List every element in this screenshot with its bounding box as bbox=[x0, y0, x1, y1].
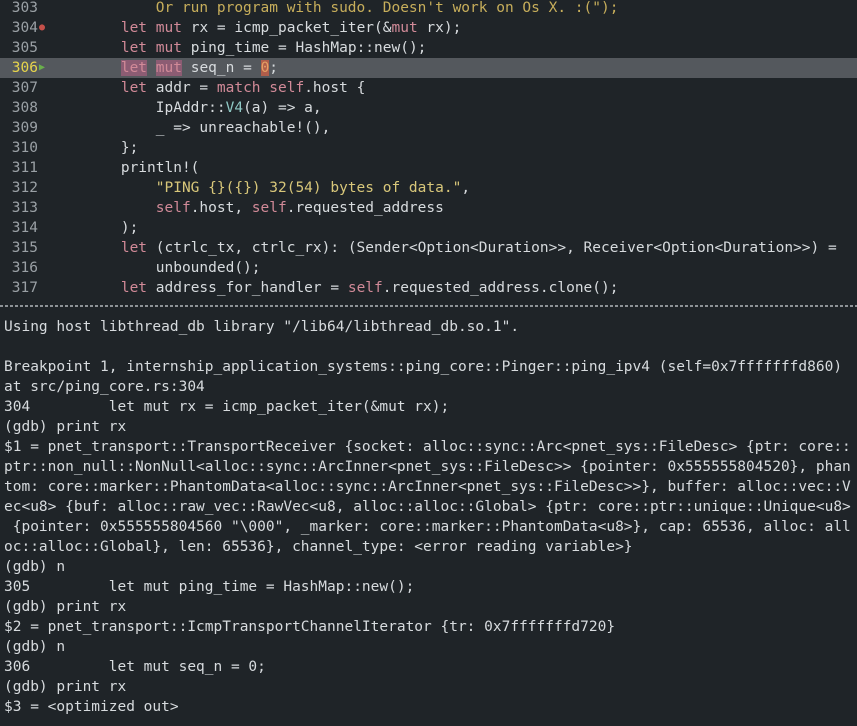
line-number[interactable]: 307 bbox=[0, 78, 38, 98]
gdb-prompt-line: (gdb) print rx bbox=[4, 679, 127, 695]
source-code-pane[interactable]: 303 Or run program with sudo. Doesn't wo… bbox=[0, 0, 857, 300]
code-text: let mut rx = icmp_packet_iter(&mut rx); bbox=[120, 20, 462, 36]
line-number[interactable]: 313 bbox=[0, 198, 38, 218]
line-number[interactable]: 310 bbox=[0, 138, 38, 158]
line-number[interactable]: 315 bbox=[0, 238, 38, 258]
code-line[interactable]: 307 let addr = match self.host { bbox=[0, 78, 857, 98]
line-number[interactable]: 309 bbox=[0, 118, 38, 138]
console-output-line: Using host libthread_db library "/lib64/… bbox=[4, 319, 520, 335]
console-output-line: tom: core::marker::PhantomData<alloc::sy… bbox=[4, 479, 851, 495]
code-text: let address_for_handler = self.requested… bbox=[120, 280, 619, 296]
code-line[interactable]: 304 ● let mut rx = icmp_packet_iter(&mut … bbox=[0, 18, 857, 38]
code-text: IpAddr::V4(a) => a, bbox=[51, 100, 322, 116]
code-text: unbounded(); bbox=[51, 260, 261, 276]
code-line[interactable]: 315 let (ctrlc_tx, ctrlc_rx): (Sender<Op… bbox=[0, 238, 857, 258]
code-line[interactable]: 312 "PING {}({}) 32(54) bytes of data.", bbox=[0, 178, 857, 198]
line-number[interactable]: 303 bbox=[0, 0, 38, 18]
code-line[interactable]: 310 }; bbox=[0, 138, 857, 158]
code-line[interactable]: 313 self.host, self.requested_address bbox=[0, 198, 857, 218]
console-output-line: 306 let mut seq_n = 0; bbox=[4, 659, 266, 675]
line-number[interactable]: 312 bbox=[0, 178, 38, 198]
console-output-line: at src/ping_core.rs:304 bbox=[4, 379, 205, 395]
code-text: _ => unreachable!(), bbox=[51, 120, 331, 136]
console-output-line: $2 = pnet_transport::IcmpTransportChanne… bbox=[4, 619, 616, 635]
code-text: Or run program with sudo. Doesn't work o… bbox=[51, 0, 619, 16]
gdb-prompt-line: (gdb) print rx bbox=[4, 419, 127, 435]
pane-separator bbox=[0, 305, 857, 307]
code-line[interactable]: 305 let mut ping_time = HashMap::new(); bbox=[0, 38, 857, 58]
code-line[interactable]: 309 _ => unreachable!(), bbox=[0, 118, 857, 138]
code-line[interactable]: 306 ▶ let mut seq_n = 0; bbox=[0, 58, 857, 78]
gdb-console-pane[interactable]: Using host libthread_db library "/lib64/… bbox=[0, 317, 857, 726]
line-number[interactable]: 304 bbox=[0, 18, 38, 38]
code-line[interactable]: 317 let address_for_handler = self.reque… bbox=[0, 278, 857, 298]
gdb-prompt-line: (gdb) n bbox=[4, 559, 66, 575]
line-number[interactable]: 308 bbox=[0, 98, 38, 118]
console-output-line: $1 = pnet_transport::TransportReceiver {… bbox=[4, 439, 851, 455]
code-text: }; bbox=[51, 140, 139, 156]
code-line[interactable]: 314 ); bbox=[0, 218, 857, 238]
line-number[interactable]: 317 bbox=[0, 278, 38, 298]
console-output-line: $3 = <optimized out> bbox=[4, 699, 179, 715]
code-text: self.host, self.requested_address bbox=[155, 200, 444, 216]
console-output-line: Breakpoint 1, internship_application_sys… bbox=[4, 359, 843, 375]
console-output-line: ptr::non_null::NonNull<alloc::sync::ArcI… bbox=[4, 459, 851, 475]
code-line[interactable]: 303 Or run program with sudo. Doesn't wo… bbox=[0, 0, 857, 18]
console-output-line: oc::alloc::Global}, len: 65536}, channel… bbox=[4, 539, 633, 555]
line-number[interactable]: 306 bbox=[0, 58, 38, 78]
current-line-arrow-icon: ▶ bbox=[39, 62, 46, 73]
console-output-line: 305 let mut ping_time = HashMap::new(); bbox=[4, 579, 415, 595]
code-text: println!( bbox=[51, 160, 200, 176]
console-output-line: ec<u8> {buf: alloc::raw_vec::RawVec<u8, … bbox=[4, 499, 851, 515]
console-output-line: {pointer: 0x555555804560 "\000", _marker… bbox=[4, 519, 851, 535]
code-text: let (ctrlc_tx, ctrlc_rx): (Sender<Option… bbox=[120, 240, 837, 256]
code-line[interactable]: 311 println!( bbox=[0, 158, 857, 178]
code-text: ); bbox=[51, 220, 139, 236]
code-text: let addr = match self.host { bbox=[120, 80, 366, 96]
line-number[interactable]: 311 bbox=[0, 158, 38, 178]
console-output-line: 304 let mut rx = icmp_packet_iter(&mut r… bbox=[4, 399, 450, 415]
code-line[interactable]: 316 unbounded(); bbox=[0, 258, 857, 278]
line-number[interactable]: 316 bbox=[0, 258, 38, 278]
gdb-prompt-line: (gdb) n bbox=[4, 639, 66, 655]
code-text: let mut ping_time = HashMap::new(); bbox=[120, 40, 427, 56]
code-text: let mut seq_n = 0; bbox=[120, 60, 279, 76]
code-text: "PING {}({}) 32(54) bytes of data.", bbox=[155, 180, 471, 196]
code-line[interactable]: 308 IpAddr::V4(a) => a, bbox=[0, 98, 857, 118]
breakpoint-dot-icon[interactable]: ● bbox=[39, 18, 49, 38]
gdb-prompt-line: (gdb) print rx bbox=[4, 599, 127, 615]
line-number[interactable]: 314 bbox=[0, 218, 38, 238]
line-number[interactable]: 305 bbox=[0, 38, 38, 58]
